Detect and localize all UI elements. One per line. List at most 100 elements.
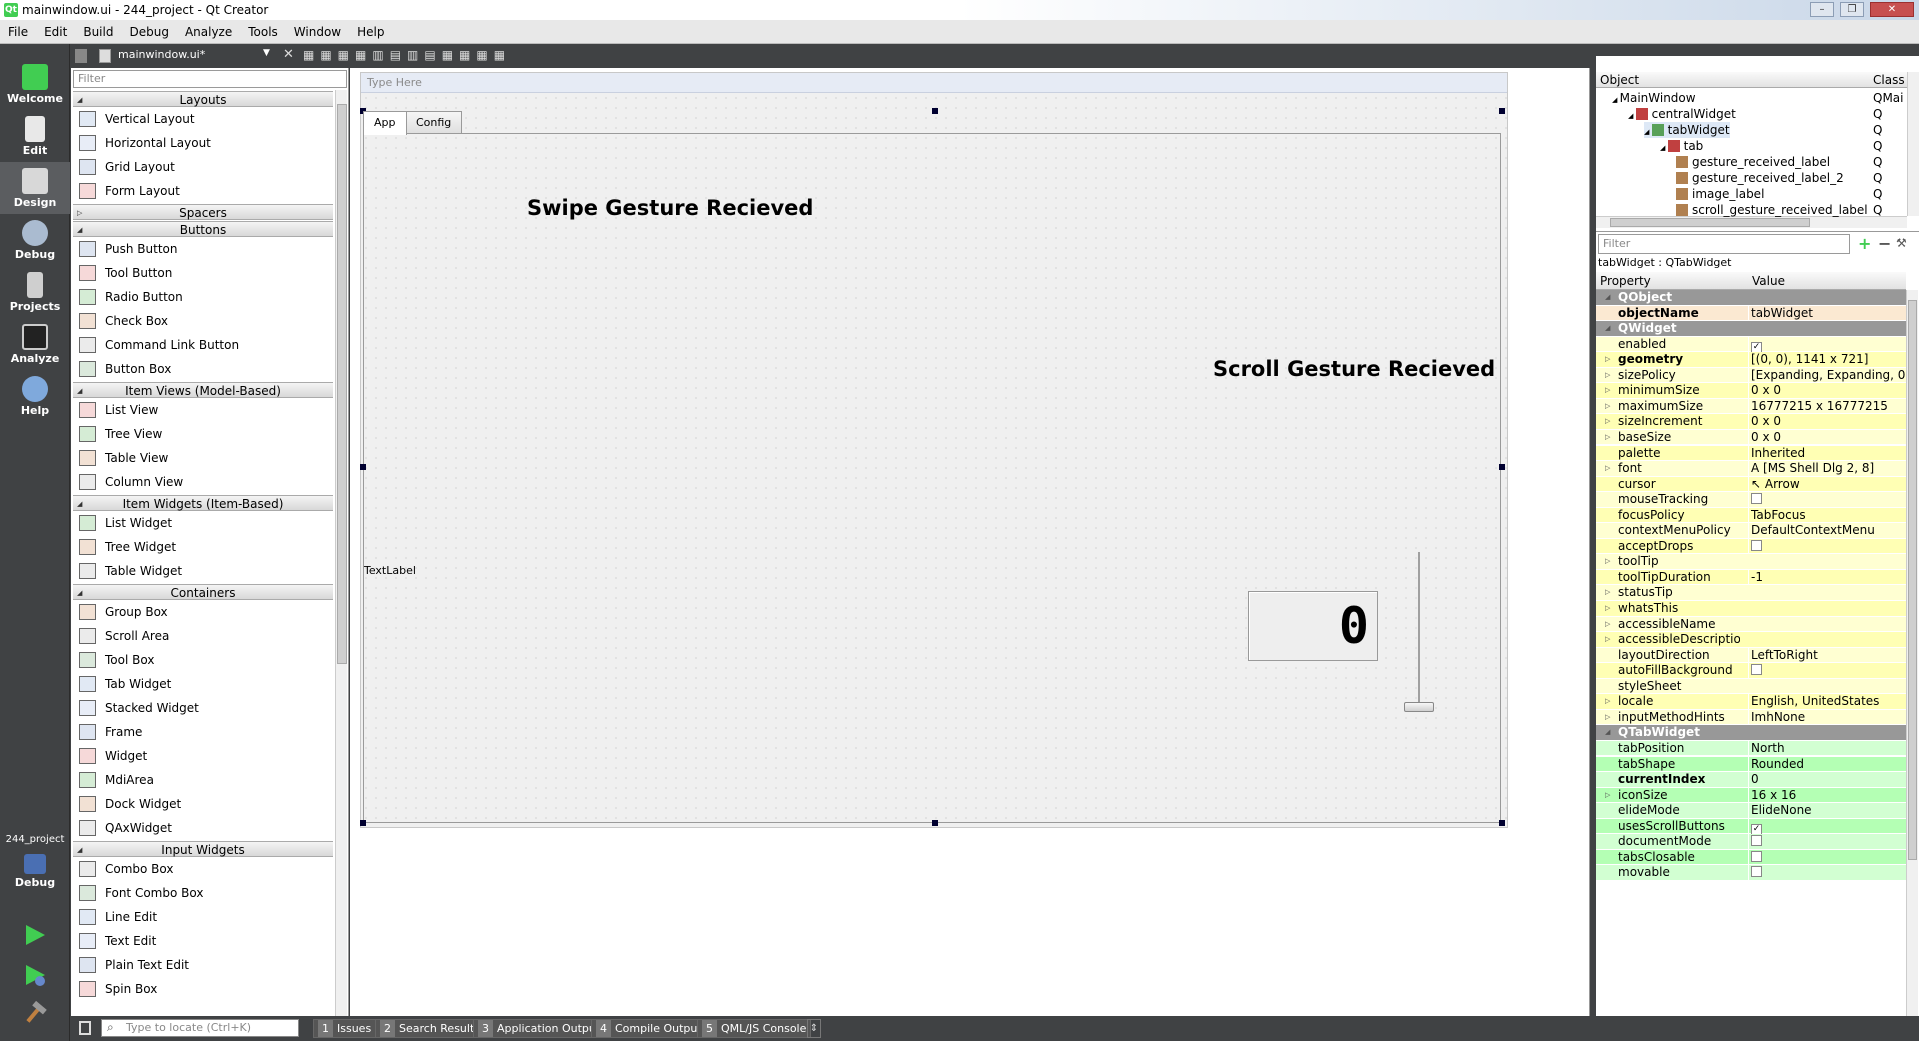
property-row[interactable]: currentIndex 0 xyxy=(1596,772,1906,788)
form-menubar[interactable]: Type Here xyxy=(361,73,1507,93)
property-row[interactable]: contextMenuPolicy DefaultContextMenu xyxy=(1596,523,1906,539)
property-column-header[interactable]: Property xyxy=(1596,272,1748,290)
expand-arrow-icon[interactable]: ◢ xyxy=(1605,290,1610,305)
widget-item[interactable]: Grid Layout xyxy=(73,155,333,179)
property-value[interactable]: ✓ xyxy=(1748,818,1906,835)
widget-category-header[interactable]: Containers xyxy=(73,584,333,601)
property-filter-input[interactable]: Filter xyxy=(1598,234,1850,254)
widget-item[interactable]: Stacked Widget xyxy=(73,696,333,720)
property-row[interactable]: focusPolicy TabFocus xyxy=(1596,507,1906,524)
property-value[interactable]: 0 x 0 xyxy=(1748,383,1906,399)
expand-arrow-icon[interactable]: ▷ xyxy=(1605,585,1610,600)
mode-projects[interactable]: Projects xyxy=(0,266,70,318)
more-panes-icon[interactable]: ⇕ xyxy=(807,1019,821,1038)
close-button[interactable]: ✕ xyxy=(1870,2,1914,17)
selection-handle[interactable] xyxy=(360,464,366,470)
property-value[interactable]: DefaultContextMenu xyxy=(1748,523,1906,539)
widget-item[interactable]: Scroll Area xyxy=(73,624,333,648)
property-value[interactable]: North xyxy=(1748,740,1906,756)
property-value[interactable]: TabFocus xyxy=(1748,507,1906,523)
property-row[interactable]: ▷ sizePolicy [Expanding, Expanding, 0, 0] xyxy=(1596,367,1906,384)
widget-item[interactable]: Text Edit xyxy=(73,929,333,953)
property-value[interactable]: 16777215 x 16777215 xyxy=(1748,398,1906,414)
property-value[interactable]: 16 x 16 xyxy=(1748,787,1906,803)
property-row[interactable]: elideMode ElideNone xyxy=(1596,803,1906,819)
expand-arrow-icon[interactable]: ◢ xyxy=(1605,321,1610,336)
open-file-combo[interactable]: mainwindow.ui* xyxy=(118,48,205,61)
expand-arrow-icon[interactable]: ◢ xyxy=(1612,96,1620,104)
property-value[interactable]: 0 xyxy=(1748,772,1906,788)
menu-build[interactable]: Build xyxy=(75,20,121,44)
menu-window[interactable]: Window xyxy=(286,20,349,44)
toggle-sidebar-icon[interactable] xyxy=(79,1021,91,1035)
widget-item[interactable]: Widget xyxy=(73,744,333,768)
expand-arrow-icon[interactable]: ▷ xyxy=(1605,368,1610,383)
property-row[interactable]: toolTipDuration -1 xyxy=(1596,569,1906,586)
expand-arrow-icon[interactable]: ▷ xyxy=(1605,632,1610,647)
property-value[interactable] xyxy=(1748,849,1906,865)
locator-input[interactable]: Type to locate (Ctrl+K) xyxy=(101,1019,299,1037)
object-tree-row[interactable]: ◢ MainWindow xyxy=(1612,90,1696,106)
property-row[interactable]: autoFillBackground xyxy=(1596,663,1906,679)
property-checkbox[interactable] xyxy=(1751,835,1762,847)
build-hammer-button[interactable] xyxy=(22,1000,48,1026)
property-value[interactable]: tabWidget xyxy=(1748,305,1906,321)
selection-handle[interactable] xyxy=(932,108,938,114)
property-value[interactable] xyxy=(1748,492,1906,508)
property-row[interactable]: mouseTracking xyxy=(1596,492,1906,508)
scrollbar-thumb[interactable] xyxy=(1908,300,1917,860)
object-column-header[interactable]: Object xyxy=(1596,72,1869,88)
expand-arrow-icon[interactable]: ▷ xyxy=(1605,617,1610,632)
property-row[interactable]: ▷ sizeIncrement 0 x 0 xyxy=(1596,414,1906,430)
selection-handle[interactable] xyxy=(360,820,366,826)
property-row[interactable]: ▷ font A [MS Shell Dlg 2, 8] xyxy=(1596,461,1906,477)
expand-arrow-icon[interactable]: ▷ xyxy=(1605,710,1610,725)
property-row[interactable]: objectName tabWidget xyxy=(1596,305,1906,322)
remove-property-icon[interactable]: − xyxy=(1878,234,1891,253)
mode-edit[interactable]: Edit xyxy=(0,110,70,162)
property-value[interactable] xyxy=(1748,865,1906,881)
debug-run-button[interactable] xyxy=(22,962,48,988)
widget-item[interactable]: Dock Widget xyxy=(73,792,333,816)
widget-item[interactable]: QAxWidget xyxy=(73,816,333,840)
property-value[interactable]: LeftToRight xyxy=(1748,647,1906,663)
property-value[interactable]: ↖ Arrow xyxy=(1748,476,1906,492)
close-document-icon[interactable]: ✕ xyxy=(283,47,294,62)
property-row[interactable]: ▷ iconSize 16 x 16 xyxy=(1596,787,1906,804)
menu-debug[interactable]: Debug xyxy=(121,20,176,44)
widget-item[interactable]: Frame xyxy=(73,720,333,744)
selection-handle[interactable] xyxy=(1499,108,1505,114)
widget-item[interactable]: Button Box xyxy=(73,357,333,381)
property-value[interactable]: Rounded xyxy=(1748,756,1906,772)
property-row[interactable]: styleSheet xyxy=(1596,678,1906,695)
selection-handle[interactable] xyxy=(932,820,938,826)
value-column-header[interactable]: Value xyxy=(1748,272,1906,290)
property-value[interactable]: -1 xyxy=(1748,569,1906,585)
widget-item[interactable]: Column View xyxy=(73,470,333,494)
vertical-slider[interactable] xyxy=(1404,552,1434,712)
widget-item[interactable]: Command Link Button xyxy=(73,333,333,357)
object-tree-row[interactable]: gesture_received_label xyxy=(1676,154,1830,170)
property-row[interactable]: movable xyxy=(1596,865,1906,881)
property-row[interactable]: ▷ whatsThis xyxy=(1596,601,1906,617)
property-row[interactable]: ▷ toolTip xyxy=(1596,554,1906,570)
property-value[interactable]: A [MS Shell Dlg 2, 8] xyxy=(1748,461,1906,477)
property-value[interactable] xyxy=(1748,663,1906,679)
widget-item[interactable]: Radio Button xyxy=(73,285,333,309)
property-vscrollbar[interactable] xyxy=(1906,290,1918,1016)
property-value[interactable]: 0 x 0 xyxy=(1748,414,1906,430)
expand-arrow-icon[interactable]: ▷ xyxy=(1605,399,1610,414)
widget-item[interactable]: Tree View xyxy=(73,422,333,446)
property-row[interactable]: ▷ accessibleName xyxy=(1596,616,1906,633)
menu-help[interactable]: Help xyxy=(349,20,392,44)
widget-item[interactable]: Form Layout xyxy=(73,179,333,203)
property-value[interactable]: English, UnitedStates xyxy=(1748,694,1906,710)
property-row[interactable]: tabPosition North xyxy=(1596,740,1906,757)
property-section-header[interactable]: ◢ QObject xyxy=(1596,290,1906,306)
property-value[interactable]: ✓ xyxy=(1748,336,1906,353)
widget-item[interactable]: Tool Button xyxy=(73,261,333,285)
object-tree-row[interactable]: ◢ tabWidget xyxy=(1644,122,1730,138)
widget-item[interactable]: Table View xyxy=(73,446,333,470)
property-checkbox[interactable] xyxy=(1751,850,1762,862)
property-checkbox[interactable] xyxy=(1751,664,1762,676)
